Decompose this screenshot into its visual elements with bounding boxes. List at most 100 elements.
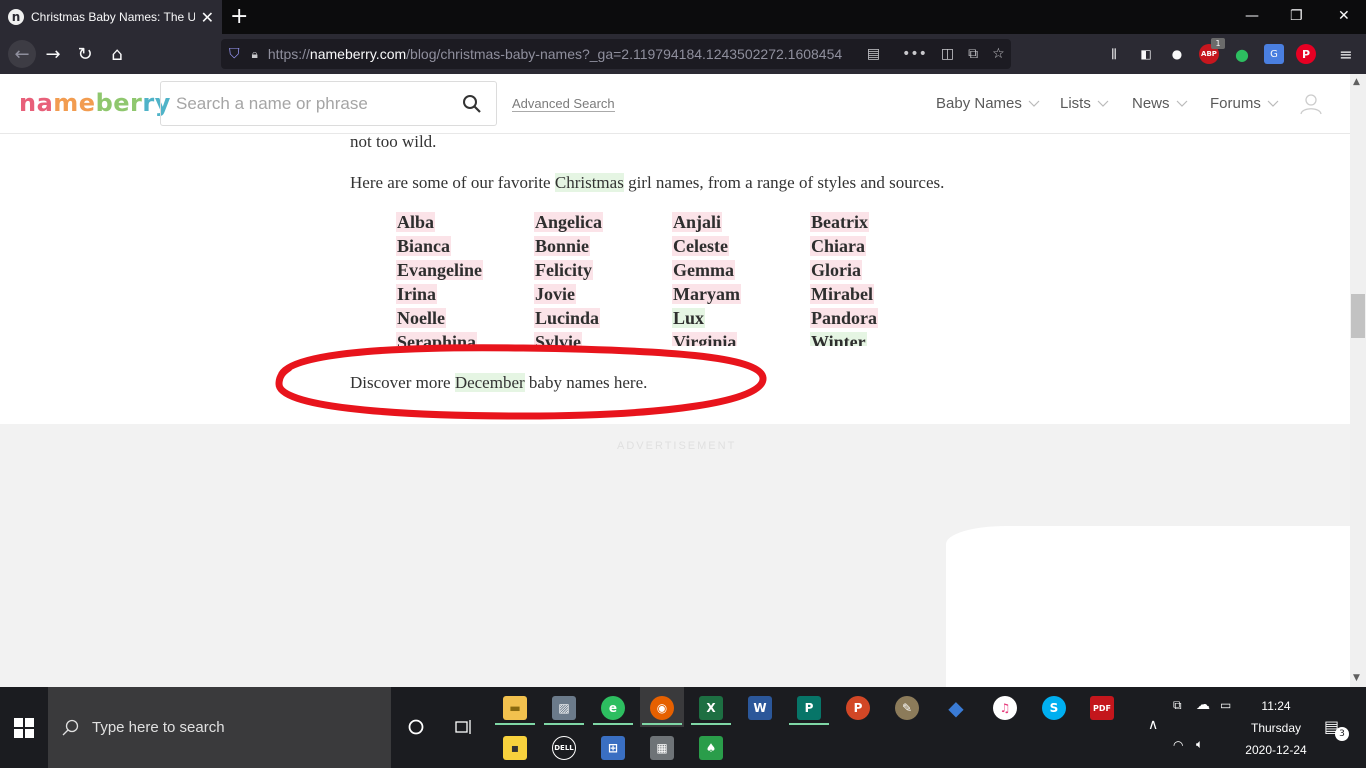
itunes-icon[interactable]: ♫ bbox=[993, 696, 1017, 720]
windows-start-icon[interactable] bbox=[14, 718, 34, 738]
volume-icon[interactable]: 🔈︎ bbox=[1196, 737, 1203, 752]
bookmark-star-icon[interactable]: ☆ bbox=[992, 46, 1005, 62]
menu-forums[interactable]: Forums bbox=[1210, 95, 1279, 112]
microsoft-store-icon[interactable]: ⊞ bbox=[601, 736, 625, 760]
scroll-up-icon[interactable]: ▲ bbox=[1353, 77, 1360, 87]
paint-3d-icon[interactable]: ◆ bbox=[944, 696, 968, 720]
scroll-down-icon[interactable]: ▼ bbox=[1353, 673, 1360, 683]
search-input[interactable]: Search a name or phrase bbox=[160, 81, 497, 126]
back-icon[interactable]: ← bbox=[8, 40, 36, 68]
baby-name-link[interactable]: Pandora bbox=[810, 308, 879, 328]
cortana-icon[interactable] bbox=[408, 719, 424, 735]
advanced-search-link[interactable]: Advanced Search bbox=[512, 96, 615, 112]
evernote-icon[interactable]: ● bbox=[1232, 44, 1252, 64]
baby-name-link[interactable]: Lux bbox=[672, 308, 706, 328]
evernote-taskbar-icon[interactable]: e bbox=[601, 696, 625, 720]
show-hidden-icons-icon[interactable]: ∧ bbox=[1148, 717, 1158, 733]
paint-icon[interactable]: ✎ bbox=[895, 696, 919, 720]
library-icon[interactable]: ⫼ bbox=[1104, 44, 1124, 64]
clock-date[interactable]: 2020-12-24 bbox=[1236, 743, 1316, 757]
menu-lists[interactable]: Lists bbox=[1060, 95, 1109, 112]
google-translate-icon[interactable]: G bbox=[1264, 44, 1284, 64]
close-window-icon[interactable]: ✕ bbox=[1338, 8, 1350, 24]
baby-name-link[interactable]: Maryam bbox=[672, 284, 741, 304]
lock-icon[interactable]: 🔒︎ bbox=[252, 47, 258, 62]
powerpoint-icon[interactable]: P bbox=[846, 696, 870, 720]
sidebar-icon[interactable]: ◧ bbox=[1136, 44, 1156, 64]
pinterest-icon[interactable]: P bbox=[1296, 44, 1316, 64]
baby-name-link[interactable]: Evangeline bbox=[396, 260, 484, 280]
baby-name-link[interactable]: Anjali bbox=[672, 212, 723, 232]
baby-name-link[interactable]: Mirabel bbox=[810, 284, 874, 304]
baby-name-link[interactable]: Lucinda bbox=[534, 308, 601, 328]
nameberry-logo[interactable]: nameberry bbox=[19, 89, 171, 117]
new-tab-icon[interactable]: + bbox=[230, 4, 248, 29]
home-icon[interactable]: ⌂ bbox=[105, 42, 129, 66]
paragraph-fragment: not too wild. bbox=[350, 132, 437, 151]
page-actions-icon[interactable]: ••• bbox=[902, 46, 927, 62]
reader-view-icon[interactable]: ▤ bbox=[867, 46, 880, 62]
solitaire-icon[interactable]: ♠ bbox=[699, 736, 723, 760]
file-explorer-icon[interactable]: ▬ bbox=[503, 696, 527, 720]
scrollbar-thumb[interactable] bbox=[1351, 294, 1365, 338]
search-icon bbox=[62, 719, 79, 735]
baby-name-link[interactable]: Beatrix bbox=[810, 212, 869, 232]
pdf-app-icon[interactable]: PDF bbox=[1090, 696, 1114, 720]
baby-name-link[interactable]: Irina bbox=[396, 284, 438, 304]
baby-name-link[interactable]: Chiara bbox=[810, 236, 866, 256]
names-grid: Alba Angelica Anjali Beatrix Bianca Bonnie Cel… bbox=[396, 212, 956, 346]
advertisement-label: ADVERTISEMENT bbox=[617, 440, 737, 452]
close-tab-icon[interactable]: ✕ bbox=[201, 8, 214, 27]
menu-news[interactable]: News bbox=[1132, 95, 1188, 112]
search-icon[interactable] bbox=[462, 94, 482, 114]
christmas-link[interactable]: Christmas bbox=[554, 173, 624, 192]
calculator-icon[interactable]: ▦ bbox=[650, 736, 674, 760]
restore-icon[interactable]: ❐ bbox=[1290, 8, 1303, 24]
forward-icon[interactable]: → bbox=[41, 42, 65, 66]
baby-name-link[interactable]: Winter bbox=[810, 332, 867, 346]
word-icon[interactable]: W bbox=[748, 696, 772, 720]
taskbar-search-box[interactable]: Type here to search bbox=[48, 687, 391, 768]
sticky-notes-icon[interactable]: ▪ bbox=[503, 736, 527, 760]
minimize-icon[interactable]: — bbox=[1245, 8, 1259, 24]
clock-time[interactable]: 11:24 bbox=[1236, 699, 1316, 713]
url-bar[interactable]: ⛉ 🔒︎ https://nameberry.com/blog/christma… bbox=[221, 39, 1011, 69]
excel-icon[interactable]: X bbox=[699, 696, 723, 720]
baby-name-link[interactable]: Gemma bbox=[672, 260, 735, 280]
baby-name-link[interactable]: Jovie bbox=[534, 284, 576, 304]
browser-tab[interactable]: n Christmas Baby Names: The Ulti ✕ bbox=[0, 0, 222, 34]
active-app-indicator bbox=[593, 723, 633, 725]
meet-now-icon[interactable]: ⧉ bbox=[1173, 698, 1182, 713]
user-account-icon[interactable] bbox=[1300, 93, 1322, 115]
publisher-icon[interactable]: P bbox=[797, 696, 821, 720]
firefox-icon[interactable]: ◉ bbox=[650, 696, 674, 720]
skype-icon[interactable]: S bbox=[1042, 696, 1066, 720]
account-icon[interactable]: ● bbox=[1167, 44, 1187, 64]
url-text[interactable]: https://nameberry.com/blog/christmas-bab… bbox=[268, 46, 853, 62]
task-view-icon[interactable] bbox=[455, 719, 473, 735]
baby-name-link[interactable]: Alba bbox=[396, 212, 436, 232]
battery-icon[interactable]: ▭ bbox=[1220, 698, 1231, 712]
baby-name-link[interactable]: Noelle bbox=[396, 308, 446, 328]
baby-name-link[interactable]: Angelica bbox=[534, 212, 603, 232]
reload-icon[interactable]: ↻ bbox=[73, 42, 97, 66]
pocket-icon[interactable]: ◫ bbox=[941, 46, 954, 62]
baby-name-link[interactable]: Felicity bbox=[534, 260, 593, 280]
photos-app-icon[interactable]: ▨ bbox=[552, 696, 576, 720]
baby-name-link[interactable]: Bianca bbox=[396, 236, 452, 256]
baby-name-link[interactable]: Bonnie bbox=[534, 236, 591, 256]
page-scrollbar[interactable] bbox=[1350, 74, 1366, 687]
dell-icon[interactable]: DELL bbox=[552, 736, 576, 760]
menu-baby-names[interactable]: Baby Names bbox=[936, 95, 1040, 112]
active-app-indicator bbox=[642, 723, 682, 725]
clock-day[interactable]: Thursday bbox=[1236, 721, 1316, 735]
wifi-icon[interactable]: ◠ bbox=[1173, 738, 1183, 752]
baby-name-link[interactable]: Celeste bbox=[672, 236, 729, 256]
baby-name-link[interactable]: Gloria bbox=[810, 260, 862, 280]
onedrive-icon[interactable]: ☁ bbox=[1196, 697, 1210, 713]
tab-title: Christmas Baby Names: The Ulti bbox=[31, 10, 195, 24]
hamburger-menu-icon[interactable]: ≡ bbox=[1336, 44, 1356, 64]
translate-icon[interactable]: ⧉ bbox=[968, 46, 978, 62]
tracking-shield-icon[interactable]: ⛉ bbox=[229, 46, 240, 62]
active-app-indicator bbox=[789, 723, 829, 725]
